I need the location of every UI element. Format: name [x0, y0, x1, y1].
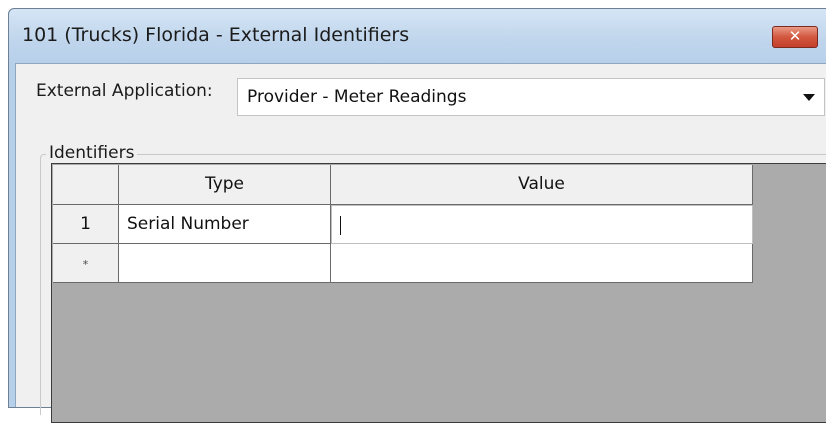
external-application-dropdown[interactable]: Provider - Meter Readings: [237, 78, 825, 116]
external-application-label: External Application:: [36, 81, 213, 101]
grid-corner-header[interactable]: [53, 165, 119, 205]
identifiers-grid[interactable]: Type Value 1 Serial Number *: [51, 163, 826, 423]
window-title: 101 (Trucks) Florida - External Identifi…: [22, 24, 410, 46]
close-icon: ✕: [788, 27, 802, 45]
type-cell-new-row[interactable]: [119, 244, 331, 283]
row-header-1[interactable]: 1: [53, 205, 119, 244]
type-cell-row-1[interactable]: Serial Number: [119, 205, 331, 244]
text-caret: [340, 216, 341, 235]
value-cell-new-row[interactable]: [331, 244, 753, 283]
close-button[interactable]: ✕: [772, 26, 818, 48]
column-header-type[interactable]: Type: [119, 165, 331, 205]
new-row-header[interactable]: *: [53, 244, 119, 283]
value-cell-row-1[interactable]: [331, 205, 753, 244]
identifiers-group-label: Identifiers: [46, 143, 138, 163]
title-bar[interactable]: 101 (Trucks) Florida - External Identifi…: [9, 9, 826, 63]
new-row-icon: *: [82, 258, 89, 271]
column-header-value[interactable]: Value: [331, 165, 753, 205]
dropdown-arrow-icon[interactable]: [803, 94, 815, 101]
external-application-value: Provider - Meter Readings: [247, 87, 467, 107]
dialog-window: 101 (Trucks) Florida - External Identifi…: [8, 8, 826, 423]
dialog-client-area: External Application: Provider - Meter R…: [15, 63, 826, 423]
